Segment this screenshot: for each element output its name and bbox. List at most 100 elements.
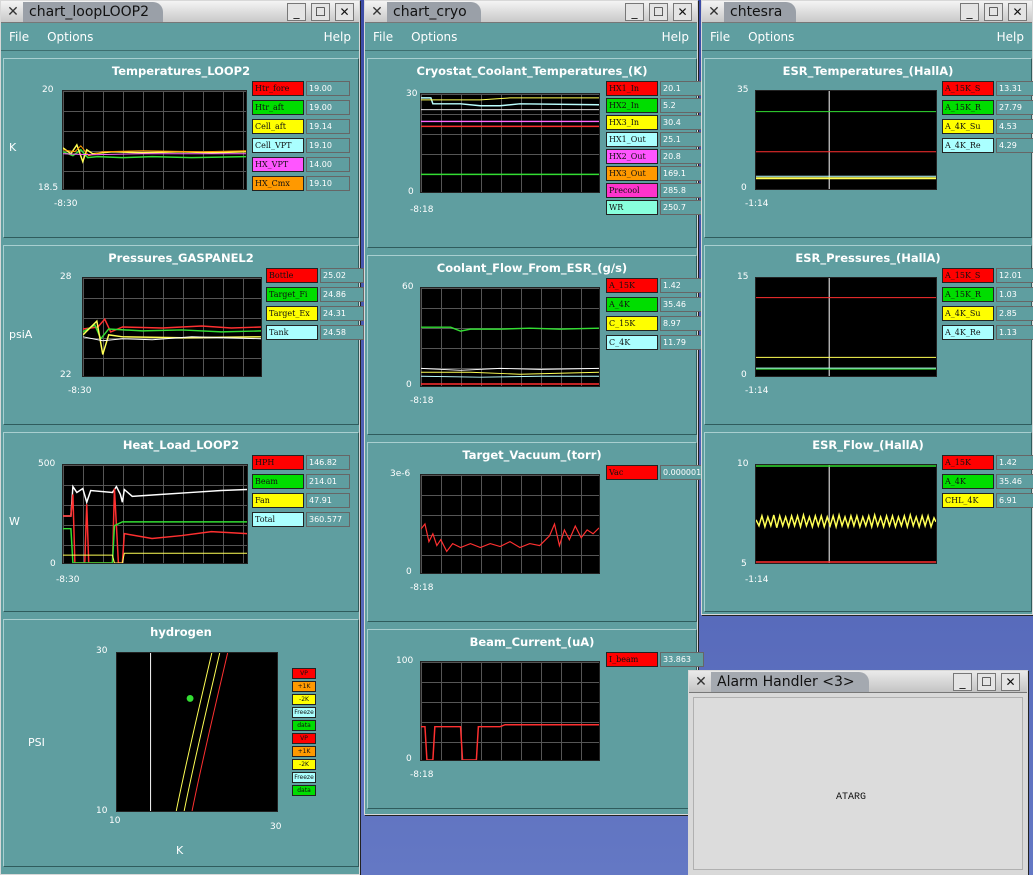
legend-row[interactable]: Cell_aft 19.14 bbox=[252, 119, 350, 134]
legend-row[interactable]: HX_VPT 14.00 bbox=[252, 157, 350, 172]
plot-area[interactable] bbox=[62, 90, 247, 190]
x-time-label: -8:18 bbox=[410, 583, 434, 593]
plot-area[interactable] bbox=[420, 474, 600, 574]
legend-row[interactable]: Fan 47.91 bbox=[252, 493, 350, 508]
legend-row[interactable]: HX1_In 20.1 bbox=[606, 81, 704, 96]
menu-options[interactable]: Options bbox=[47, 30, 93, 44]
vp-button[interactable]: VP bbox=[292, 668, 316, 679]
data-button[interactable]: data bbox=[292, 785, 316, 796]
legend-row[interactable]: A_4K_Su 4.53 bbox=[942, 119, 1033, 134]
plus1k-button[interactable]: +1K bbox=[292, 746, 316, 757]
legend-row[interactable]: HX2_In 5.2 bbox=[606, 98, 704, 113]
menu-help[interactable]: Help bbox=[997, 30, 1024, 44]
minus2k-button[interactable]: -2K bbox=[292, 694, 316, 705]
legend-row[interactable]: A_4K_Re 1.13 bbox=[942, 325, 1033, 340]
x-time-label: -8:18 bbox=[410, 770, 434, 780]
plot-area[interactable] bbox=[755, 277, 937, 377]
legend-row[interactable]: A_4K_Re 4.29 bbox=[942, 138, 1033, 153]
minus2k-button[interactable]: -2K bbox=[292, 759, 316, 770]
plot-area[interactable] bbox=[62, 464, 248, 564]
legend-row[interactable]: Total 360.577 bbox=[252, 512, 350, 527]
maximize-icon[interactable]: ☐ bbox=[984, 3, 1003, 21]
menu-file[interactable]: File bbox=[9, 30, 29, 44]
legend-row[interactable]: A_15K_R 27.79 bbox=[942, 100, 1033, 115]
legend-row[interactable]: HPH 146.82 bbox=[252, 455, 350, 470]
legend-row[interactable]: A_15K_S 12.01 bbox=[942, 268, 1033, 283]
plot-area[interactable] bbox=[420, 287, 600, 387]
legend-row[interactable]: HX2_Out 20.8 bbox=[606, 149, 704, 164]
menu-file[interactable]: File bbox=[373, 30, 393, 44]
plus1k-button[interactable]: +1K bbox=[292, 681, 316, 692]
legend-row[interactable]: HX3_Out 169.1 bbox=[606, 166, 704, 181]
plot-area[interactable] bbox=[82, 277, 262, 377]
legend-row[interactable]: Htr_aft 19.00 bbox=[252, 100, 350, 115]
legend-row[interactable]: I_beam 33.863 bbox=[606, 652, 704, 667]
menubar: File Options Help bbox=[365, 23, 697, 51]
plot-area[interactable] bbox=[420, 661, 600, 761]
y-min-label: 0 bbox=[406, 754, 412, 764]
minimize-icon[interactable]: _ bbox=[953, 673, 972, 691]
freeze-button[interactable]: Freeze bbox=[292, 707, 316, 718]
plot-area[interactable] bbox=[116, 652, 278, 812]
x-logo-icon: ✕ bbox=[7, 3, 19, 20]
maximize-icon[interactable]: ☐ bbox=[977, 673, 996, 691]
menu-help[interactable]: Help bbox=[662, 30, 689, 44]
alarm-group-label[interactable]: ATARG bbox=[836, 792, 866, 803]
menu-options[interactable]: Options bbox=[748, 30, 794, 44]
menu-file[interactable]: File bbox=[710, 30, 730, 44]
titlebar[interactable]: ✕ Alarm Handler <3> _ ☐ ✕ bbox=[689, 671, 1027, 693]
panel-title: hydrogen bbox=[150, 625, 212, 639]
trace-lines bbox=[421, 326, 599, 385]
legend-row[interactable]: Target_Ex 24.31 bbox=[266, 306, 364, 321]
close-icon[interactable]: ✕ bbox=[335, 3, 354, 21]
maximize-icon[interactable]: ☐ bbox=[649, 3, 668, 21]
menu-options[interactable]: Options bbox=[411, 30, 457, 44]
legend-row[interactable]: Tank 24.58 bbox=[266, 325, 364, 340]
window-title: chtesra bbox=[724, 1, 797, 22]
legend-row[interactable]: HX3_In 30.4 bbox=[606, 115, 704, 130]
legend-row[interactable]: HX1_Out 25.1 bbox=[606, 132, 704, 147]
y-max-label: 20 bbox=[42, 85, 54, 95]
plot-area[interactable] bbox=[755, 90, 937, 190]
legend-row[interactable]: Htr_fore 19.00 bbox=[252, 81, 350, 96]
legend-row[interactable]: CHL_4K 6.91 bbox=[942, 493, 1033, 508]
vp-button[interactable]: VP bbox=[292, 733, 316, 744]
close-icon[interactable]: ✕ bbox=[1001, 673, 1020, 691]
legend-row[interactable]: A_4K 35.46 bbox=[942, 474, 1033, 489]
legend-row[interactable]: Cell_VPT 19.10 bbox=[252, 138, 350, 153]
legend-row[interactable]: HX_Cmx 19.10 bbox=[252, 176, 350, 191]
trace-lines bbox=[421, 97, 599, 176]
plot-area[interactable] bbox=[755, 464, 937, 564]
legend-row[interactable]: A_4K_Su 2.85 bbox=[942, 306, 1033, 321]
legend-row[interactable]: Vac 0.0000011 bbox=[606, 465, 704, 480]
freeze-button[interactable]: Freeze bbox=[292, 772, 316, 783]
legend-row[interactable]: Beam 214.01 bbox=[252, 474, 350, 489]
minimize-icon[interactable]: _ bbox=[960, 3, 979, 21]
legend-row[interactable]: A_15K 1.42 bbox=[606, 278, 704, 293]
window-alarm-handler: ✕ Alarm Handler <3> _ ☐ ✕ ATARG bbox=[688, 670, 1028, 875]
legend-row[interactable]: WR 250.7 bbox=[606, 200, 704, 215]
legend-row[interactable]: C_4K 11.79 bbox=[606, 335, 704, 350]
legend-row[interactable]: A_15K_R 1.03 bbox=[942, 287, 1033, 302]
legend-row[interactable]: Target_Fi 24.86 bbox=[266, 287, 364, 302]
legend-row[interactable]: A_4K 35.46 bbox=[606, 297, 704, 312]
titlebar[interactable]: ✕ chtesra _ ☐ ✕ bbox=[702, 1, 1032, 23]
menu-help[interactable]: Help bbox=[324, 30, 351, 44]
close-icon[interactable]: ✕ bbox=[1008, 3, 1027, 21]
close-icon[interactable]: ✕ bbox=[673, 3, 692, 21]
data-button[interactable]: data bbox=[292, 720, 316, 731]
maximize-icon[interactable]: ☐ bbox=[311, 3, 330, 21]
minimize-icon[interactable]: _ bbox=[625, 3, 644, 21]
legend-row[interactable]: Bottle 25.02 bbox=[266, 268, 364, 283]
legend-row[interactable]: Precool 285.8 bbox=[606, 183, 704, 198]
legend-row[interactable]: A_15K 1.42 bbox=[942, 455, 1033, 470]
legend-row[interactable]: A_15K_S 13.31 bbox=[942, 81, 1033, 96]
titlebar[interactable]: ✕ chart_loopLOOP2 _ ☐ ✕ bbox=[1, 1, 359, 23]
legend: Htr_fore 19.00 Htr_aft 19.00 Cell_aft 19.14… bbox=[252, 81, 350, 191]
titlebar[interactable]: ✕ chart_cryo _ ☐ ✕ bbox=[365, 1, 697, 23]
legend-row[interactable]: C_15K 8.97 bbox=[606, 316, 704, 331]
panel-esr-temperatures: ESR_Temperatures_(HallA) 35 0 -1:14 A_15… bbox=[704, 58, 1033, 238]
panel-coolant-flow: Coolant_Flow_From_ESR_(g/s) 60 0 -8:18 A… bbox=[367, 255, 704, 435]
plot-area[interactable] bbox=[420, 93, 600, 193]
minimize-icon[interactable]: _ bbox=[287, 3, 306, 21]
